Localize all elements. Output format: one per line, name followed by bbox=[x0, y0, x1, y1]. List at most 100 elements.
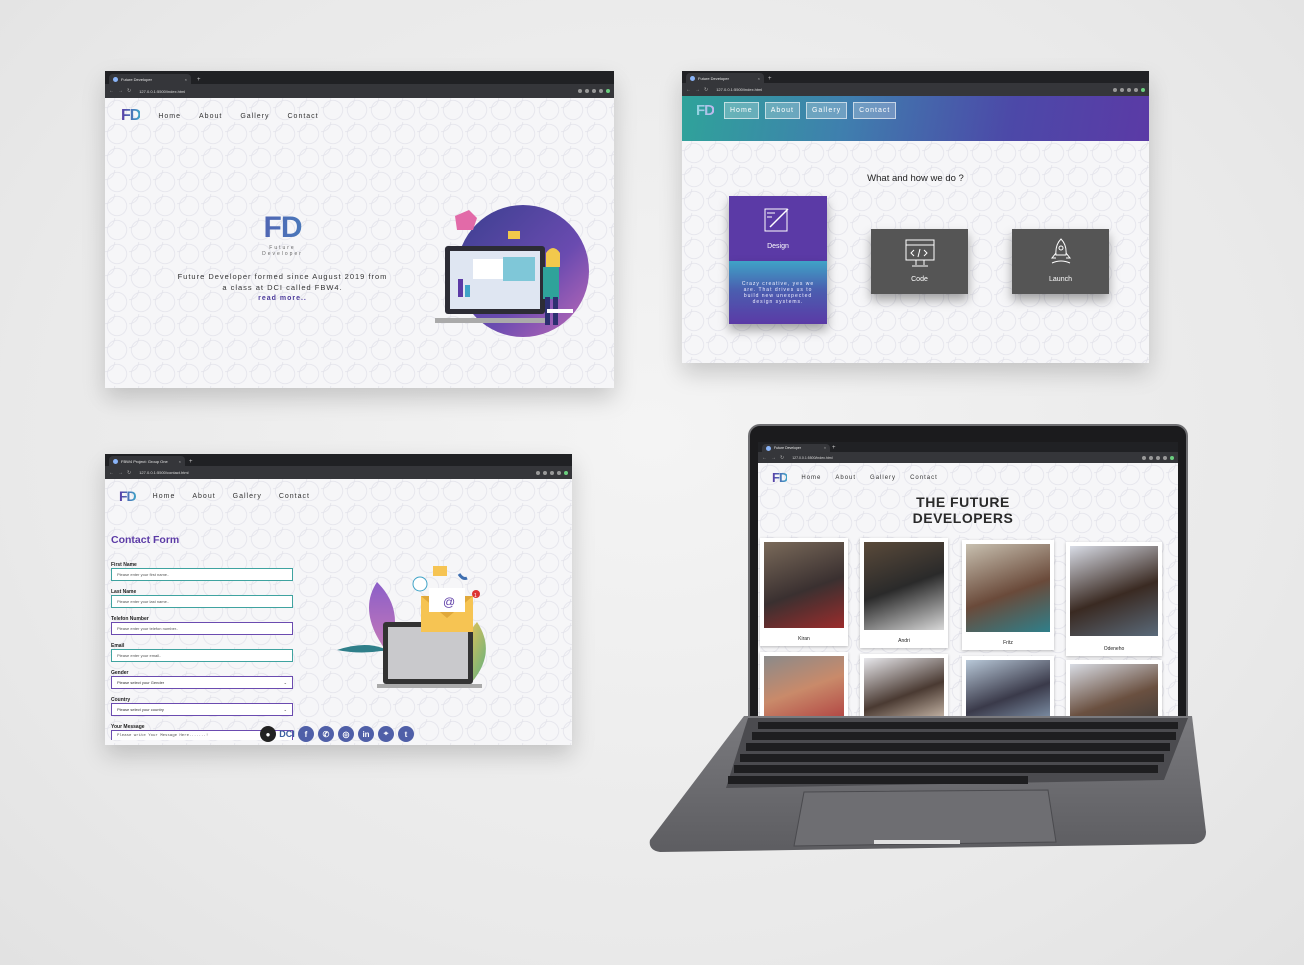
url-field[interactable]: 127.0.0.1:5500/index.html bbox=[139, 89, 185, 94]
profile-icon[interactable] bbox=[564, 470, 568, 475]
reload-icon[interactable]: ↻ bbox=[127, 88, 131, 94]
star-icon[interactable] bbox=[1142, 455, 1146, 460]
person-card[interactable] bbox=[1066, 660, 1162, 718]
close-tab-icon[interactable]: × bbox=[185, 77, 187, 82]
profile-icon[interactable] bbox=[606, 89, 610, 93]
nav-about[interactable]: About bbox=[192, 493, 215, 500]
extension-icon[interactable] bbox=[1127, 87, 1131, 92]
extension-icon[interactable] bbox=[557, 470, 561, 475]
person-card[interactable] bbox=[962, 656, 1054, 718]
last-name-field[interactable]: Please enter your last name.. bbox=[111, 595, 293, 608]
first-name-field[interactable]: Please enter your first name.. bbox=[111, 568, 293, 581]
design-card-back: Crazy creative, yes we are. That drives … bbox=[729, 261, 827, 324]
new-tab-icon[interactable]: + bbox=[197, 77, 201, 83]
nav-gallery[interactable]: Gallery bbox=[870, 475, 896, 481]
person-card[interactable] bbox=[860, 654, 948, 718]
browser-tab[interactable]: FBW4 Project: Group One × bbox=[109, 456, 185, 466]
launch-card[interactable]: Launch bbox=[1012, 229, 1109, 294]
person-card[interactable]: Fritz bbox=[962, 540, 1054, 650]
instagram-icon[interactable]: ◎ bbox=[338, 726, 354, 742]
star-icon[interactable] bbox=[1113, 87, 1117, 92]
new-tab-icon[interactable]: + bbox=[832, 445, 836, 451]
whatsapp-icon[interactable]: ✆ bbox=[318, 726, 334, 742]
forward-icon[interactable]: → bbox=[118, 470, 123, 476]
nav-home[interactable]: Home bbox=[724, 102, 759, 119]
profile-icon[interactable] bbox=[1141, 87, 1145, 92]
extension-icon[interactable] bbox=[592, 89, 596, 93]
url-field[interactable]: 127.0.0.1:5500/index.html bbox=[716, 87, 762, 92]
star-icon[interactable] bbox=[578, 89, 582, 93]
profile-icon[interactable] bbox=[1170, 455, 1174, 460]
nav-about[interactable]: About bbox=[764, 102, 800, 119]
browser-tab[interactable]: Future Developer × bbox=[686, 73, 764, 83]
forward-icon[interactable]: → bbox=[771, 455, 776, 461]
site-logo[interactable]: FD bbox=[772, 470, 788, 485]
nav-home[interactable]: Home bbox=[153, 493, 176, 500]
extension-icon[interactable] bbox=[1163, 455, 1167, 460]
person-card[interactable]: Andri bbox=[860, 538, 948, 648]
star-icon[interactable] bbox=[536, 470, 540, 475]
site-logo[interactable]: FD bbox=[119, 488, 137, 504]
read-more-link[interactable]: read more.. bbox=[175, 295, 390, 302]
gender-select[interactable]: Please select your Gender ⌄ bbox=[111, 676, 293, 689]
chevron-down-icon: ⌄ bbox=[283, 680, 287, 685]
forward-icon[interactable]: → bbox=[695, 87, 700, 93]
reload-icon[interactable]: ↻ bbox=[127, 470, 131, 476]
nav-contact[interactable]: Contact bbox=[279, 493, 310, 500]
forward-icon[interactable]: → bbox=[118, 88, 123, 94]
extension-icon[interactable] bbox=[1134, 87, 1138, 92]
back-icon[interactable]: ← bbox=[109, 88, 114, 94]
browser-tab[interactable]: Future Developer × bbox=[109, 74, 191, 84]
code-card[interactable]: Code bbox=[871, 229, 968, 294]
person-photo bbox=[764, 542, 844, 628]
favicon-icon bbox=[113, 458, 118, 464]
person-photo bbox=[764, 656, 844, 718]
person-card[interactable] bbox=[760, 652, 848, 718]
design-card[interactable]: Design bbox=[729, 196, 827, 261]
close-tab-icon[interactable]: × bbox=[179, 459, 181, 464]
phone-field[interactable]: Please enter your telefon number.. bbox=[111, 622, 293, 635]
back-icon[interactable]: ← bbox=[109, 470, 114, 476]
extension-icon[interactable] bbox=[1149, 455, 1153, 460]
extension-icon[interactable] bbox=[1120, 87, 1124, 92]
dci-icon[interactable]: DCI bbox=[279, 726, 295, 742]
nav-contact[interactable]: Contact bbox=[288, 113, 319, 120]
reload-icon[interactable]: ↻ bbox=[780, 455, 784, 461]
person-card[interactable]: Odeneho bbox=[1066, 542, 1162, 656]
url-field[interactable]: 127.0.0.1:5500/index.html bbox=[792, 456, 832, 460]
back-icon[interactable]: ← bbox=[762, 455, 767, 461]
nav-contact[interactable]: Contact bbox=[853, 102, 897, 119]
linkedin-icon[interactable]: in bbox=[358, 726, 374, 742]
site-logo[interactable]: FD bbox=[696, 102, 715, 119]
extension-icon[interactable] bbox=[550, 470, 554, 475]
new-tab-icon[interactable]: + bbox=[189, 459, 193, 465]
person-photo bbox=[864, 658, 944, 718]
back-icon[interactable]: ← bbox=[686, 87, 691, 93]
nav-gallery[interactable]: Gallery bbox=[805, 102, 848, 119]
nav-gallery[interactable]: Gallery bbox=[240, 113, 269, 120]
close-tab-icon[interactable]: × bbox=[758, 76, 760, 81]
country-select[interactable]: Please select your country ⌄ bbox=[111, 703, 293, 716]
site-logo[interactable]: FD bbox=[121, 107, 141, 125]
location-icon[interactable]: ⌖ bbox=[378, 726, 394, 742]
nav-contact[interactable]: Contact bbox=[910, 475, 938, 481]
close-tab-icon[interactable]: × bbox=[824, 446, 826, 450]
twitter-icon[interactable]: t bbox=[398, 726, 414, 742]
extension-icon[interactable] bbox=[543, 470, 547, 475]
email-field[interactable]: Please enter your email.. bbox=[111, 649, 293, 662]
extension-icon[interactable] bbox=[1156, 455, 1160, 460]
extension-icon[interactable] bbox=[599, 89, 603, 93]
nav-about[interactable]: About bbox=[199, 113, 222, 120]
nav-about[interactable]: About bbox=[835, 475, 856, 481]
new-tab-icon[interactable]: + bbox=[768, 76, 772, 82]
browser-tab[interactable]: Future Developer × bbox=[762, 444, 830, 452]
facebook-icon[interactable]: f bbox=[298, 726, 314, 742]
url-field[interactable]: 127.0.0.1:5500/contact.html bbox=[139, 470, 188, 475]
nav-home[interactable]: Home bbox=[158, 113, 181, 120]
github-icon[interactable]: ● bbox=[260, 726, 276, 742]
person-card[interactable]: Kiran bbox=[760, 538, 848, 646]
nav-home[interactable]: Home bbox=[801, 475, 821, 481]
nav-gallery[interactable]: Gallery bbox=[233, 493, 262, 500]
reload-icon[interactable]: ↻ bbox=[704, 87, 708, 93]
extension-icon[interactable] bbox=[585, 89, 589, 93]
